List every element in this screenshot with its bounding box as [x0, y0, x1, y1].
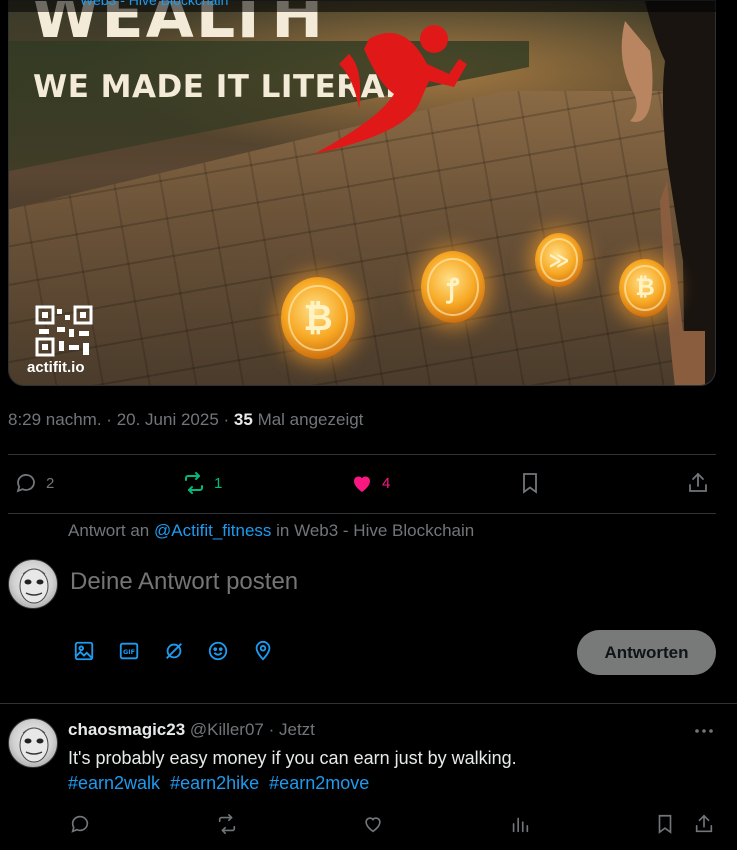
- reply-input[interactable]: [70, 568, 690, 596]
- views-icon[interactable]: [509, 813, 531, 835]
- meta-separator: ·: [223, 410, 234, 429]
- actifit-url-label: actifit.io: [27, 359, 85, 376]
- grok-icon[interactable]: [163, 640, 185, 662]
- location-icon[interactable]: [252, 640, 274, 662]
- actifit-coin: ꝭ: [421, 251, 485, 323]
- reply-to-handle-link[interactable]: @Actifit_fitness: [154, 521, 271, 540]
- repost-action[interactable]: 1: [182, 471, 222, 495]
- reply-icon[interactable]: [69, 813, 91, 835]
- more-options-icon[interactable]: [692, 722, 716, 740]
- divider: [8, 454, 716, 455]
- hive-coin: ≫: [535, 233, 583, 287]
- share-icon[interactable]: [693, 813, 715, 835]
- repost-count: 1: [214, 474, 223, 492]
- reply-header: chaosmagic23 @Killer07 · Jetzt: [68, 720, 315, 740]
- own-avatar[interactable]: [8, 559, 58, 609]
- repost-icon: [185, 472, 203, 494]
- reply-action[interactable]: 2: [14, 471, 54, 495]
- avatar-face-icon: [19, 568, 49, 604]
- submit-reply-button[interactable]: Antworten: [577, 630, 716, 675]
- tweet-media-image[interactable]: WEALTH WE MADE IT LITERAL ₿ ꝭ ≫ ₿ actifi…: [8, 0, 716, 386]
- community-link[interactable]: Web3 - Hive Blockchain: [80, 0, 228, 8]
- views-label: Mal angezeigt: [257, 410, 364, 429]
- bitcoin-coin-small: ₿: [619, 259, 671, 317]
- media-icon[interactable]: [73, 640, 95, 662]
- tweet-date[interactable]: 20. Juni 2025: [117, 410, 219, 429]
- like-count: 4: [382, 474, 391, 492]
- divider: [0, 703, 737, 704]
- divider: [8, 513, 716, 514]
- reply-time[interactable]: · Jetzt: [269, 720, 315, 739]
- reply-count: 2: [46, 474, 55, 492]
- heart-icon: [354, 476, 370, 492]
- bookmark-icon: [523, 473, 537, 494]
- reply-author-name[interactable]: chaosmagic23: [68, 720, 185, 739]
- person-carrying-child: [621, 1, 715, 385]
- tweet-meta: 8:29 nachm. · 20. Juni 2025 · 35 Mal ang…: [8, 410, 363, 430]
- reply-hashtags: #earn2walk #earn2hike #earn2move: [68, 773, 374, 794]
- reply-icon: [16, 474, 35, 493]
- qr-code-icon: [35, 305, 93, 357]
- svg-text:GIF: GIF: [123, 648, 135, 656]
- reply-context-prefix: Antwort an: [68, 521, 150, 540]
- reply-author-handle[interactable]: @Killer07: [190, 720, 264, 739]
- reply-author-avatar[interactable]: [8, 718, 58, 768]
- repost-icon[interactable]: [216, 813, 238, 835]
- tweet-time[interactable]: 8:29 nachm.: [8, 410, 102, 429]
- meta-separator: ·: [106, 410, 117, 429]
- reply-context: Antwort an @Actifit_fitness in Web3 - Hi…: [68, 521, 474, 541]
- views-count: 35: [233, 410, 253, 429]
- bitcoin-coin-large: ₿: [281, 277, 355, 359]
- like-icon[interactable]: [362, 813, 384, 835]
- actifit-runner-logo: [314, 25, 467, 154]
- hashtag-link[interactable]: #earn2move: [269, 773, 369, 793]
- bookmark-icon[interactable]: [654, 813, 676, 835]
- hashtag-link[interactable]: #earn2walk: [68, 773, 160, 793]
- bookmark-action[interactable]: [518, 471, 542, 495]
- reply-text: It's probably easy money if you can earn…: [68, 748, 517, 768]
- reply-context-suffix: in Web3 - Hive Blockchain: [276, 521, 475, 540]
- avatar-face-icon: [19, 727, 49, 763]
- emoji-icon[interactable]: [207, 640, 229, 662]
- share-action[interactable]: [686, 471, 710, 495]
- like-action[interactable]: 4: [350, 471, 390, 495]
- share-icon: [689, 472, 707, 492]
- gif-icon[interactable]: GIF: [118, 640, 140, 662]
- hashtag-link[interactable]: #earn2hike: [170, 773, 259, 793]
